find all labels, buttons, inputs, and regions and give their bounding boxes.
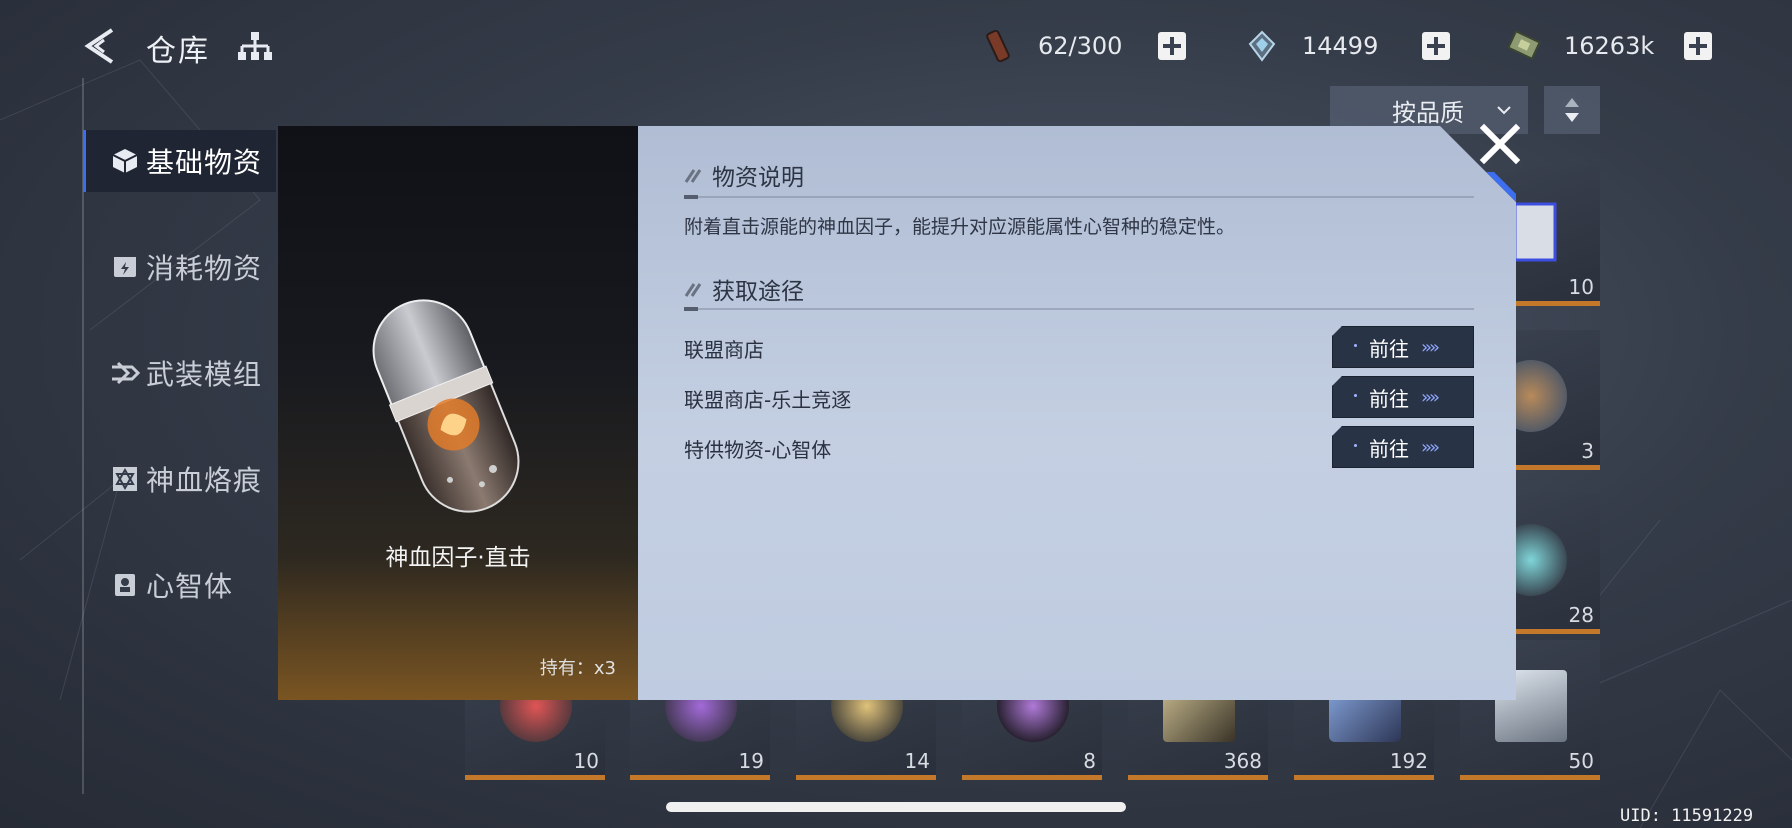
close-icon	[1479, 123, 1521, 165]
item-description: 附着直击源能的神血因子，能提升对应源能属性心智种的稳定性。	[684, 216, 1236, 238]
sidebar-item-label: 神血烙痕	[146, 464, 263, 497]
resource-currency: 16263k	[1504, 26, 1712, 66]
sidebar-item-armament-modules[interactable]: 武装模组	[86, 342, 276, 404]
category-sidebar: 基础物资 消耗物资 武装模组 神血烙痕 心智体	[83, 130, 276, 660]
source-label: 联盟商店	[684, 338, 764, 362]
item-preview-panel: 神血因子·直击 持有：x3	[278, 126, 638, 700]
back-arrow-icon	[84, 28, 114, 64]
goto-label: 前往	[1368, 336, 1409, 361]
button-sparkle	[1354, 344, 1357, 347]
sidebar-item-consumables[interactable]: 消耗物资	[86, 236, 276, 298]
item-count: 368	[1223, 749, 1262, 773]
hierarchy-icon	[238, 32, 272, 60]
item-count: 3	[1581, 439, 1594, 463]
armament-icon	[110, 358, 140, 388]
stamina-vial-icon	[978, 26, 1018, 66]
sidebar-item-godblood-marks[interactable]: 神血烙痕	[86, 448, 276, 510]
close-button[interactable]	[1474, 118, 1526, 170]
chevron-down-icon	[1497, 106, 1511, 115]
crystal-icon	[1242, 26, 1282, 66]
button-sparkle	[1354, 394, 1357, 397]
mind-card-icon	[110, 570, 140, 600]
add-stamina-button[interactable]	[1158, 32, 1186, 60]
triple-chevron-icon: »»	[1420, 336, 1440, 358]
sort-order-toggle[interactable]	[1544, 86, 1600, 134]
uid-label: UID: 11591229	[1620, 806, 1754, 826]
sidebar-item-label: 武装模组	[146, 358, 263, 391]
source-label: 联盟商店-乐土竞逐	[684, 388, 852, 412]
currency-notes-icon	[1504, 26, 1544, 66]
item-count: 10	[573, 749, 599, 773]
goto-button[interactable]: 前往 »»	[1332, 376, 1474, 418]
holding-count: 持有：x3	[539, 658, 616, 679]
add-crystal-button[interactable]	[1422, 32, 1450, 60]
sidebar-item-label: 基础物资	[146, 146, 263, 179]
resource-crystal: 14499	[1242, 26, 1450, 66]
top-bar: 仓库 62/300 14499 16263k	[0, 0, 1792, 95]
description-title: 物资说明	[712, 165, 804, 191]
sources-title: 获取途径	[712, 279, 804, 305]
stamina-value: 62/300	[1038, 32, 1123, 60]
goto-label: 前往	[1368, 436, 1409, 461]
section-divider	[684, 307, 1474, 311]
sidebar-item-basic-materials[interactable]: 基础物资	[83, 130, 276, 192]
double-slash-icon	[684, 283, 702, 297]
home-indicator[interactable]	[666, 802, 1126, 812]
source-row-alliance-shop: 联盟商店 前往 »»	[684, 326, 1474, 370]
item-count: 14	[904, 749, 930, 773]
triple-chevron-icon: »»	[1420, 436, 1440, 458]
godblood-capsule-icon	[372, 299, 520, 513]
source-row-special-supply: 特供物资-心智体 前往 »»	[684, 426, 1474, 470]
item-count: 19	[738, 749, 764, 773]
item-name: 神血因子·直击	[385, 545, 531, 571]
currency-value: 16263k	[1564, 32, 1655, 60]
cube-icon	[110, 146, 140, 176]
hexagram-icon	[110, 464, 140, 494]
back-button[interactable]	[80, 24, 120, 68]
lightning-box-icon	[110, 252, 140, 282]
source-row-alliance-shop-contest: 联盟商店-乐土竞逐 前往 »»	[684, 376, 1474, 420]
sidebar-item-label: 心智体	[146, 570, 234, 603]
sources-section-header: 获取途径	[684, 272, 804, 306]
hierarchy-button[interactable]	[236, 28, 274, 64]
goto-label: 前往	[1368, 386, 1409, 411]
goto-button[interactable]: 前往 »»	[1332, 326, 1474, 368]
crystal-value: 14499	[1302, 32, 1379, 60]
resource-stamina: 62/300	[978, 26, 1186, 66]
item-count: 192	[1389, 749, 1428, 773]
item-count: 8	[1083, 749, 1096, 773]
double-slash-icon	[684, 169, 702, 183]
item-count: 28	[1568, 603, 1594, 627]
description-section-header: 物资说明	[684, 158, 804, 192]
sidebar-item-label: 消耗物资	[146, 252, 263, 285]
add-currency-button[interactable]	[1684, 32, 1712, 60]
item-detail-modal: 神血因子·直击 持有：x3 物资说明 附着直击源能的神血因子，能提升对应源能属性…	[278, 126, 1516, 700]
button-sparkle	[1354, 444, 1357, 447]
section-divider	[684, 195, 1474, 199]
sidebar-item-mind-bodies[interactable]: 心智体	[86, 554, 276, 616]
source-label: 特供物资-心智体	[684, 438, 832, 462]
item-count: 10	[1568, 275, 1594, 299]
item-count: 50	[1568, 749, 1594, 773]
item-info-panel: 物资说明 附着直击源能的神血因子，能提升对应源能属性心智种的稳定性。 获取途径 …	[638, 126, 1516, 700]
sort-order-icon	[1565, 98, 1579, 122]
corner-accent	[1486, 172, 1516, 202]
goto-button[interactable]: 前往 »»	[1332, 426, 1474, 468]
triple-chevron-icon: »»	[1420, 386, 1440, 408]
page-title: 仓库	[146, 34, 210, 69]
sort-label: 按品质	[1392, 98, 1464, 127]
